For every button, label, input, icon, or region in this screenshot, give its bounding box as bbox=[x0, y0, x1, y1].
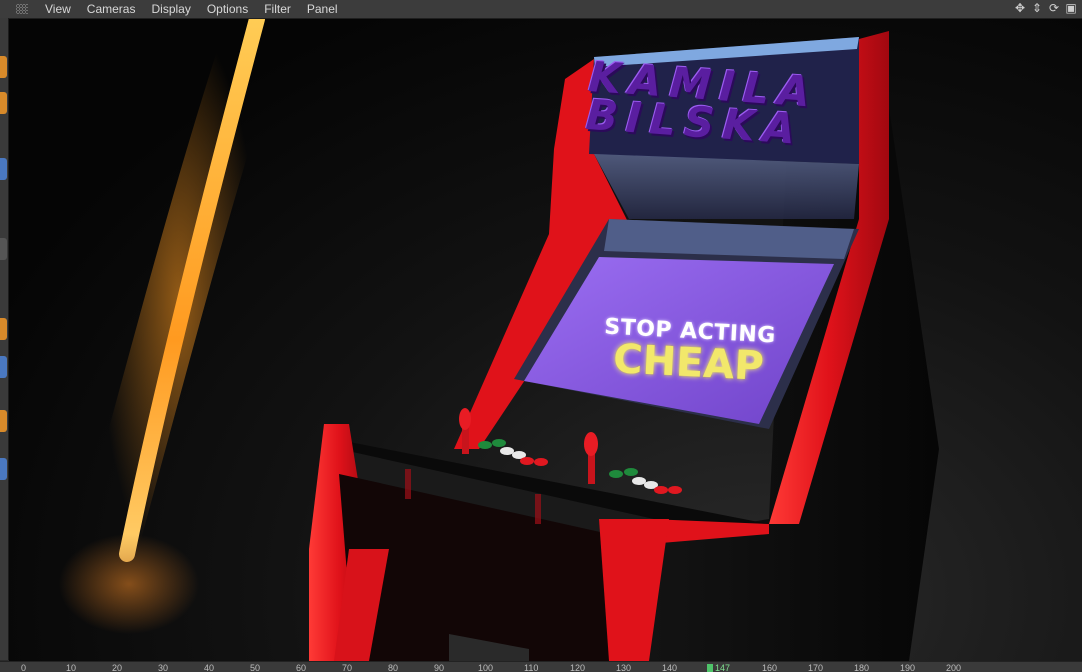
cabinet-upper-glass bbox=[594, 154, 859, 219]
move-icon[interactable]: ✥ bbox=[1013, 1, 1027, 15]
3d-viewport[interactable]: KAMILA BILSKA STOP ACTING CHEAP bbox=[9, 19, 1082, 661]
render-tool-icon[interactable] bbox=[0, 410, 7, 432]
joystick-left-ball bbox=[459, 408, 471, 430]
arcade-button-green bbox=[478, 441, 492, 449]
menu-cameras[interactable]: Cameras bbox=[79, 0, 144, 18]
light-beam bbox=[119, 19, 265, 562]
arcade-button-white bbox=[500, 447, 514, 455]
joystick-right-ball bbox=[584, 432, 598, 456]
camera-tool-icon[interactable] bbox=[0, 356, 7, 378]
joystick-reflection bbox=[405, 469, 411, 499]
tool-strip bbox=[0, 18, 9, 660]
cube-tool-icon[interactable] bbox=[0, 56, 7, 78]
deformer-tool-icon[interactable] bbox=[0, 238, 7, 260]
nurbs-tool-icon[interactable] bbox=[0, 158, 7, 180]
menu-display[interactable]: Display bbox=[143, 0, 198, 18]
spline-tool-icon[interactable] bbox=[0, 92, 7, 114]
timeline-ruler[interactable]: 0 10 20 30 40 50 60 70 80 90 100 110 120… bbox=[0, 661, 1082, 672]
material-tool-icon[interactable] bbox=[0, 458, 7, 480]
rotate-icon[interactable]: ⟳ bbox=[1047, 1, 1061, 15]
joystick-reflection bbox=[535, 494, 541, 524]
maximize-icon[interactable]: ▣ bbox=[1064, 1, 1078, 15]
light-floor-glow bbox=[59, 534, 199, 634]
menu-filter[interactable]: Filter bbox=[256, 0, 299, 18]
arcade-button-red bbox=[520, 457, 534, 465]
menu-panel[interactable]: Panel bbox=[299, 0, 346, 18]
arcade-button-green bbox=[624, 468, 638, 476]
arcade-button-red bbox=[534, 458, 548, 466]
arcade-button-red bbox=[654, 486, 668, 494]
vertical-move-icon[interactable]: ⇕ bbox=[1030, 1, 1044, 15]
viewport-menubar: View Cameras Display Options Filter Pane… bbox=[0, 0, 1082, 19]
arcade-button-white bbox=[632, 477, 646, 485]
menu-view[interactable]: View bbox=[37, 0, 79, 18]
light-tool-icon[interactable] bbox=[0, 318, 7, 340]
panel-grip-icon[interactable] bbox=[16, 4, 28, 14]
arcade-button-green bbox=[492, 439, 506, 447]
arcade-button-red bbox=[668, 486, 682, 494]
arcade-button-green bbox=[609, 470, 623, 478]
render-scene bbox=[59, 19, 939, 661]
menu-options[interactable]: Options bbox=[199, 0, 256, 18]
